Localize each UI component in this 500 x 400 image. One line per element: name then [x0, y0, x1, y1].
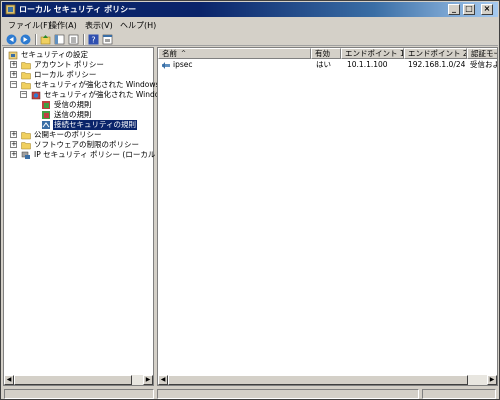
expand-minus-icon[interactable]: − — [20, 91, 27, 98]
properties-icon[interactable] — [102, 34, 113, 45]
list-horizontal-scrollbar[interactable]: ◀ ▶ — [158, 375, 497, 385]
column-endpoint2[interactable]: エンドポイント 2 — [404, 48, 467, 59]
expand-plus-icon[interactable]: + — [10, 151, 17, 158]
back-icon[interactable] — [6, 34, 17, 45]
menu-view[interactable]: 表示(V) — [85, 20, 113, 31]
scroll-thumb[interactable] — [168, 375, 468, 385]
status-panel — [422, 389, 496, 399]
minimize-button[interactable]: _ — [448, 4, 460, 15]
row-name: ipsec — [173, 60, 193, 69]
tree-label: 公開キーのポリシー — [34, 130, 102, 139]
row-endpoint2: 192.168.1.0/24 — [408, 60, 466, 69]
maximize-button[interactable]: □ — [463, 4, 475, 15]
folder-icon — [21, 62, 31, 70]
column-endpoint1[interactable]: エンドポイント 1 — [341, 48, 404, 59]
app-window: ローカル セキュリティ ポリシー _ □ × ファイル(F) 操作(A) 表示(… — [0, 0, 500, 400]
row-endpoint1: 10.1.1.100 — [347, 60, 388, 69]
ipsec-policy-icon — [21, 151, 30, 159]
title-bar[interactable]: ローカル セキュリティ ポリシー _ □ × — [2, 2, 498, 17]
menu-bar: ファイル(F) 操作(A) 表示(V) ヘルプ(H) — [2, 18, 498, 32]
security-policy-icon — [5, 4, 16, 15]
tree-label: 送信の規則 — [54, 110, 92, 119]
sort-ascending-icon: ^ — [181, 50, 187, 57]
row-enabled: はい — [316, 60, 331, 69]
scroll-thumb[interactable] — [14, 375, 132, 385]
export-list-icon[interactable] — [68, 34, 79, 45]
folder-icon — [21, 132, 31, 140]
menu-action[interactable]: 操作(A) — [49, 20, 77, 31]
tree-label: アカウント ポリシー — [34, 60, 104, 69]
scroll-right-icon[interactable]: ▶ — [143, 375, 153, 385]
connection-rule-icon — [162, 62, 170, 69]
expand-plus-icon[interactable]: + — [10, 61, 17, 68]
toolbar-separator — [35, 34, 37, 45]
expand-plus-icon[interactable]: + — [10, 131, 17, 138]
console-tree[interactable]: セキュリティの設定 + アカウント ポリシー + ローカル ポリシー − セキュ… — [3, 47, 195, 386]
folder-icon — [21, 142, 31, 150]
menu-file[interactable]: ファイル(F) — [8, 20, 51, 31]
connection-security-icon — [42, 121, 50, 129]
tree-label-selected: 接続セキュリティの規則 — [53, 120, 138, 130]
column-auth-mode[interactable]: 認証モード — [467, 48, 497, 59]
column-name-label: 名前 — [162, 49, 177, 58]
show-hide-tree-icon[interactable] — [54, 34, 65, 45]
list-header: 名前 ^ 有効 エンドポイント 1 エンドポイント 2 認証モード — [158, 48, 497, 59]
row-auth-mode: 受信および — [470, 60, 497, 69]
folder-icon — [21, 82, 31, 90]
column-enabled[interactable]: 有効 — [311, 48, 341, 59]
tree-label: 受信の規則 — [54, 100, 92, 109]
firewall-icon — [31, 91, 41, 100]
column-name[interactable]: 名前 ^ — [158, 48, 311, 59]
scroll-left-icon[interactable]: ◀ — [158, 375, 168, 385]
up-folder-icon[interactable] — [40, 34, 51, 45]
details-list[interactable]: 名前 ^ 有効 エンドポイント 1 エンドポイント 2 認証モード ipsec … — [157, 47, 498, 386]
forward-icon[interactable] — [20, 34, 31, 45]
tree-label: セキュリティの設定 — [21, 50, 89, 59]
outbound-rules-icon — [42, 111, 50, 119]
window-title: ローカル セキュリティ ポリシー — [19, 5, 137, 14]
security-settings-icon — [8, 51, 18, 60]
tree-label: ソフトウェアの制限のポリシー — [34, 140, 139, 149]
expand-minus-icon[interactable]: − — [10, 81, 17, 88]
status-panel — [157, 389, 419, 399]
menu-help[interactable]: ヘルプ(H) — [120, 20, 156, 31]
close-button[interactable]: × — [481, 4, 493, 15]
expand-plus-icon[interactable]: + — [10, 71, 17, 78]
scroll-right-icon[interactable]: ▶ — [487, 375, 497, 385]
inbound-rules-icon — [42, 101, 50, 109]
folder-icon — [21, 72, 31, 80]
scroll-left-icon[interactable]: ◀ — [4, 375, 14, 385]
status-panel — [4, 389, 154, 399]
status-bar — [2, 388, 498, 399]
help-icon[interactable]: ? — [88, 34, 99, 45]
svg-text:?: ? — [91, 36, 95, 45]
tree-label: ローカル ポリシー — [34, 70, 97, 79]
toolbar-separator — [83, 34, 85, 45]
expand-plus-icon[interactable]: + — [10, 141, 17, 148]
tree-horizontal-scrollbar[interactable]: ◀ ▶ — [4, 375, 153, 385]
toolbar: ? — [2, 33, 498, 46]
